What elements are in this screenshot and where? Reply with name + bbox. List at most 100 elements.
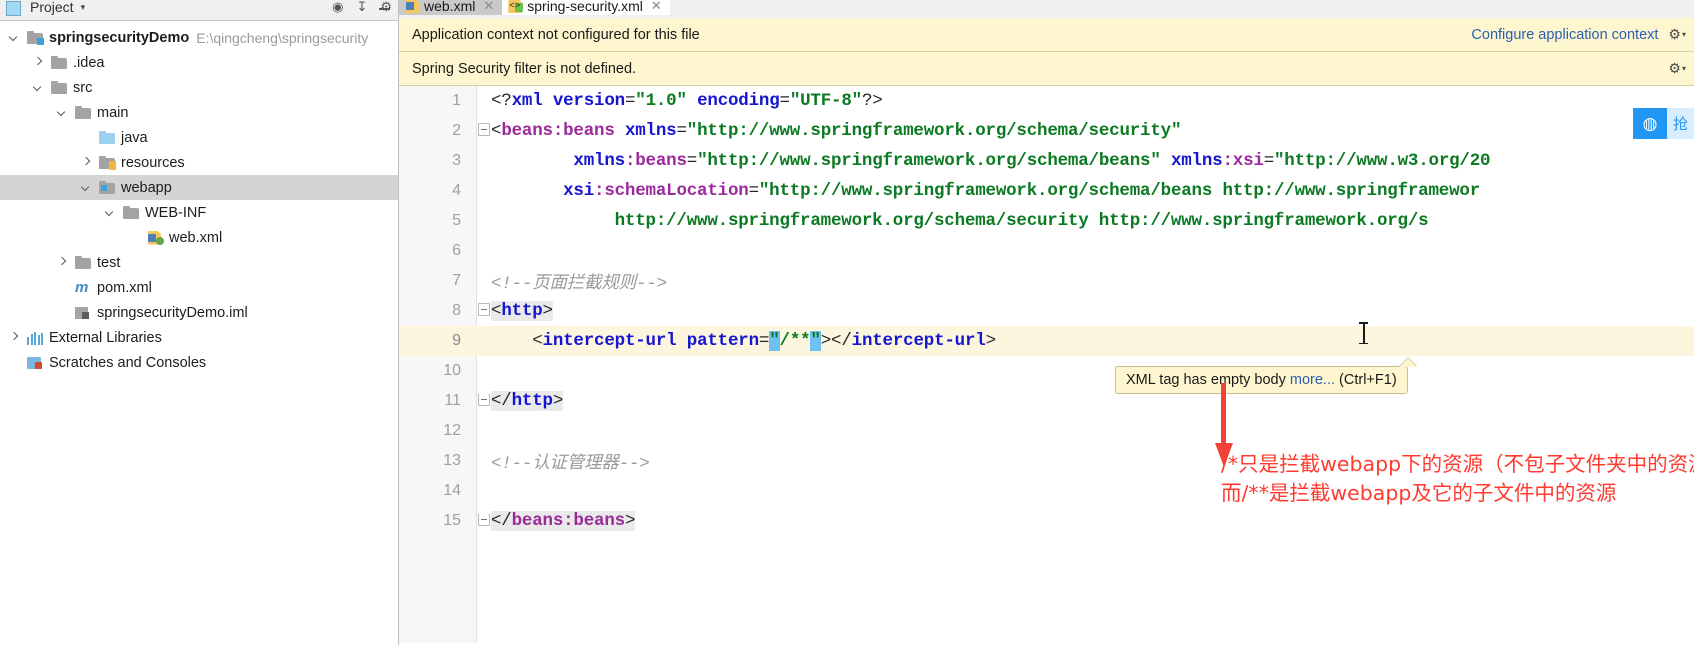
- tree-item-label: .idea: [73, 54, 105, 71]
- line-number: 2: [452, 122, 461, 139]
- folder-icon: [75, 105, 92, 120]
- tree-item-src[interactable]: src: [0, 75, 398, 100]
- tree-item-path: E:\qingcheng\springsecurity: [196, 29, 369, 46]
- tree-item-test[interactable]: test: [0, 250, 398, 275]
- chevron-down-icon[interactable]: ▾: [81, 2, 86, 13]
- line-content: <!--认证管理器-->: [491, 453, 650, 474]
- annotation-line-1: /*只是拦截webapp下的资源（不包子文件夹中的资源）: [1221, 452, 1694, 476]
- chevron-right-icon[interactable]: [56, 256, 69, 269]
- spring-xml-file-icon: <>: [508, 0, 524, 13]
- configure-application-context-link[interactable]: Configure application context: [1471, 27, 1658, 43]
- code-line: 6: [399, 236, 1694, 266]
- line-number: 13: [443, 452, 461, 469]
- chevron-down-icon[interactable]: [8, 31, 21, 44]
- folder-source-icon: [99, 130, 116, 145]
- tab-label: spring-security.xml: [527, 0, 643, 14]
- chevron-right-icon[interactable]: [32, 56, 45, 69]
- chevron-right-icon[interactable]: [8, 331, 21, 344]
- tree-item-webapp[interactable]: webapp: [0, 175, 398, 200]
- editor-tab-bar: web.xml ✕ <> spring-security.xml ✕: [399, 0, 1694, 18]
- project-tool-window: Project ▾ ◉ ↧ ⚙ springsecurityDemo E:\qin…: [0, 0, 399, 645]
- notification-message: Application context not configured for t…: [412, 26, 700, 43]
- tab-spring-security-xml[interactable]: <> spring-security.xml ✕: [502, 0, 670, 15]
- line-content: </beans:beans>: [491, 511, 636, 531]
- baidu-cloud-badge[interactable]: ◍ 抢: [1632, 108, 1694, 139]
- tree-item-resources[interactable]: resources: [0, 150, 398, 175]
- tooltip-more-link[interactable]: more...: [1290, 372, 1335, 388]
- tree-item-pom-xml[interactable]: m pom.xml: [0, 275, 398, 300]
- line-number: 6: [452, 242, 461, 259]
- tooltip-message: XML tag has empty body: [1126, 372, 1286, 388]
- fold-toggle-icon[interactable]: [478, 303, 490, 316]
- chevron-down-icon[interactable]: [104, 206, 117, 219]
- tree-item-external-libraries[interactable]: External Libraries: [0, 325, 398, 350]
- tree-item-label: springsecurityDemo.iml: [97, 304, 248, 321]
- folder-resources-icon: [99, 155, 116, 170]
- close-icon[interactable]: ✕: [483, 0, 494, 14]
- line-number: 10: [443, 362, 461, 379]
- tree-item-label: WEB-INF: [145, 204, 207, 221]
- project-panel-title: Project: [30, 0, 74, 15]
- code-line: 2 <beans:beans xmlns="http://www.springf…: [399, 116, 1694, 146]
- tree-item-java[interactable]: java: [0, 125, 398, 150]
- tree-item-label: resources: [121, 154, 185, 171]
- line-number: 11: [444, 392, 461, 409]
- fold-toggle-icon[interactable]: [478, 123, 490, 136]
- chevron-down-icon[interactable]: [80, 181, 93, 194]
- notification-spring-security-filter: Spring Security filter is not defined. ⚙…: [399, 52, 1694, 86]
- code-line: 3 xmlns:beans="http://www.springframewor…: [399, 146, 1694, 176]
- chevron-down-icon[interactable]: [56, 106, 69, 119]
- tree-item-label: main: [97, 104, 129, 121]
- chevron-right-icon[interactable]: [80, 156, 93, 169]
- inspection-tooltip: XML tag has empty body more... (Ctrl+F1): [1115, 366, 1408, 394]
- line-content: xmlns:beans="http://www.springframework.…: [573, 151, 1491, 171]
- scratches-icon: [27, 356, 44, 370]
- chevron-down-icon[interactable]: [32, 81, 45, 94]
- project-window-icon: [6, 1, 21, 16]
- tree-item-label: Scratches and Consoles: [49, 354, 207, 371]
- fold-toggle-icon[interactable]: [478, 513, 490, 526]
- target-icon[interactable]: ◉: [332, 0, 343, 13]
- collapse-all-icon[interactable]: ↧: [356, 0, 367, 13]
- line-number: 15: [443, 512, 461, 529]
- line-number: 8: [452, 302, 461, 319]
- gear-icon[interactable]: ⚙ ▾: [1668, 60, 1686, 77]
- code-line-current: 9 <intercept-url pattern="/**"></interce…: [399, 326, 1694, 356]
- tab-label: web.xml: [424, 0, 476, 14]
- code-line: 5 http://www.springframework.org/schema/…: [399, 206, 1694, 236]
- tree-item-springsecuritydemo[interactable]: springsecurityDemo E:\qingcheng\springsec…: [0, 25, 398, 50]
- tree-item-web-xml[interactable]: web.xml: [0, 225, 398, 250]
- tree-item-scratches-and-consoles[interactable]: Scratches and Consoles: [0, 350, 398, 375]
- minimize-icon[interactable]: [379, 8, 390, 10]
- code-line: 1 <?xml version="1.0" encoding="UTF-8"?>: [399, 86, 1694, 116]
- tree-item-label: web.xml: [169, 229, 223, 246]
- no-chevron-spacer: [56, 306, 69, 319]
- tree-item-label: test: [97, 254, 121, 271]
- gear-icon[interactable]: ⚙ ▾: [1668, 26, 1686, 43]
- code-line: 11 </http>: [399, 386, 1694, 416]
- ide-window: Project ▾ ◉ ↧ ⚙ springsecurityDemo E:\qin…: [0, 0, 1694, 645]
- tab-web-xml[interactable]: web.xml ✕: [399, 0, 503, 15]
- line-number: 7: [452, 272, 461, 289]
- notification-message: Spring Security filter is not defined.: [412, 60, 637, 77]
- settings-icon[interactable]: ⚙: [380, 0, 392, 13]
- folder-icon: [51, 55, 68, 70]
- annotation-note: /*只是拦截webapp下的资源（不包子文件夹中的资源） 而/**是拦截weba…: [1221, 450, 1694, 508]
- line-content: <!--页面拦截规则-->: [491, 273, 667, 294]
- line-number: 12: [443, 422, 461, 439]
- no-chevron-spacer: [8, 356, 21, 369]
- tree-item-label: webapp: [121, 179, 172, 196]
- close-icon[interactable]: ✕: [651, 0, 662, 14]
- project-toolbar: Project ▾ ◉ ↧ ⚙: [0, 0, 398, 21]
- fold-toggle-icon[interactable]: [478, 393, 490, 406]
- line-content: <beans:beans xmlns="http://www.springfra…: [491, 121, 1182, 141]
- text-cursor-icon: [1359, 322, 1368, 344]
- code-line: 10: [399, 356, 1694, 386]
- tree-item-springsecuritydemo-iml[interactable]: springsecurityDemo.iml: [0, 300, 398, 325]
- no-chevron-spacer: [80, 131, 93, 144]
- tree-item-web-inf[interactable]: WEB-INF: [0, 200, 398, 225]
- tree-item-label: pom.xml: [97, 279, 152, 296]
- tree-item-idea[interactable]: .idea: [0, 50, 398, 75]
- code-editor[interactable]: 1 <?xml version="1.0" encoding="UTF-8"?>…: [399, 86, 1694, 643]
- tree-item-main[interactable]: main: [0, 100, 398, 125]
